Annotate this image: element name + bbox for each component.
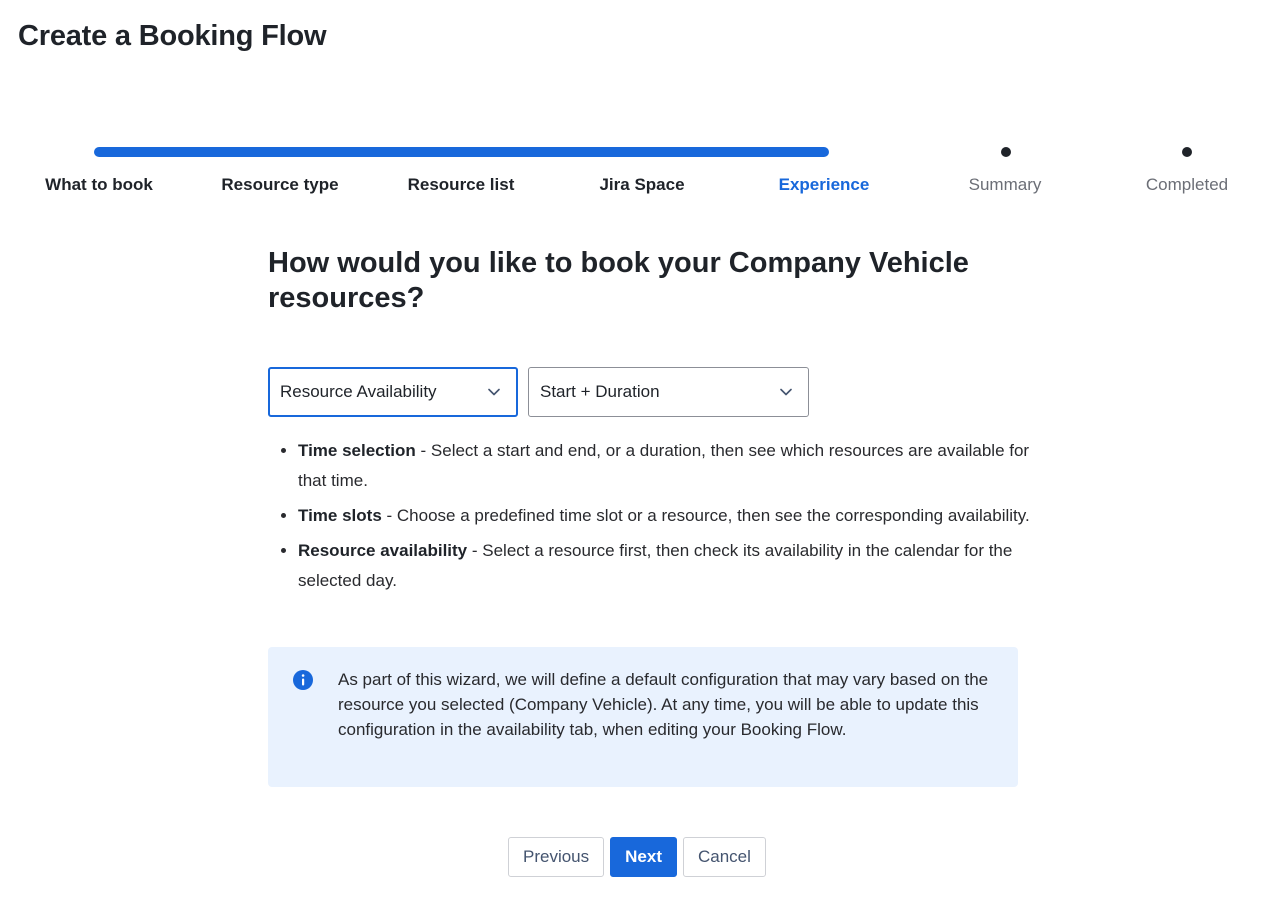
wizard-stepper: What to book Resource type Resource list… xyxy=(0,140,1276,200)
chevron-down-icon xyxy=(488,388,500,396)
wizard-actions: Previous Next Cancel xyxy=(508,837,766,877)
step-what-to-book: What to book xyxy=(45,175,153,194)
step-resource-type: Resource type xyxy=(221,175,339,194)
list-item: Resource availability - Select a resourc… xyxy=(298,536,1048,596)
next-button[interactable]: Next xyxy=(610,837,677,877)
previous-button[interactable]: Previous xyxy=(508,837,605,877)
booking-mode-select[interactable]: Resource Availability xyxy=(268,367,518,417)
info-message-box: As part of this wizard, we will define a… xyxy=(268,647,1018,787)
step-jira-space: Jira Space xyxy=(599,175,685,194)
step-dot-summary xyxy=(1001,147,1011,157)
option-title-time-slots: Time slots xyxy=(298,506,382,525)
progress-bar xyxy=(94,147,829,157)
step-dot-completed xyxy=(1182,147,1192,157)
step-experience: Experience xyxy=(778,175,870,194)
step-summary: Summary xyxy=(968,175,1042,194)
list-item: Time slots - Choose a predefined time sl… xyxy=(298,501,1048,531)
main-content: How would you like to book your Company … xyxy=(268,246,1030,877)
booking-flow-page: Create a Booking Flow What to book Resou… xyxy=(0,0,1276,908)
step-resource-list: Resource list xyxy=(407,175,515,194)
step-completed: Completed xyxy=(1145,175,1229,194)
select-group: Resource Availability Start + Duration xyxy=(268,367,1018,417)
option-title-resource-availability: Resource availability xyxy=(298,541,468,560)
option-description-time-slots: - Choose a predefined time slot or a res… xyxy=(381,506,1030,525)
info-icon xyxy=(293,670,313,690)
time-mode-value: Start + Duration xyxy=(540,382,660,401)
booking-options-list: Time selection - Select a start and end,… xyxy=(268,436,1048,601)
page-title: Create a Booking Flow xyxy=(18,20,327,52)
chevron-down-icon xyxy=(780,388,792,396)
cancel-button[interactable]: Cancel xyxy=(683,837,766,877)
list-item: Time selection - Select a start and end,… xyxy=(298,436,1048,496)
booking-mode-value: Resource Availability xyxy=(280,382,437,401)
info-message-text: As part of this wizard, we will define a… xyxy=(338,670,989,739)
option-title-time-selection: Time selection xyxy=(298,441,416,460)
time-mode-select[interactable]: Start + Duration xyxy=(528,367,809,417)
booking-question: How would you like to book your Company … xyxy=(268,247,969,314)
